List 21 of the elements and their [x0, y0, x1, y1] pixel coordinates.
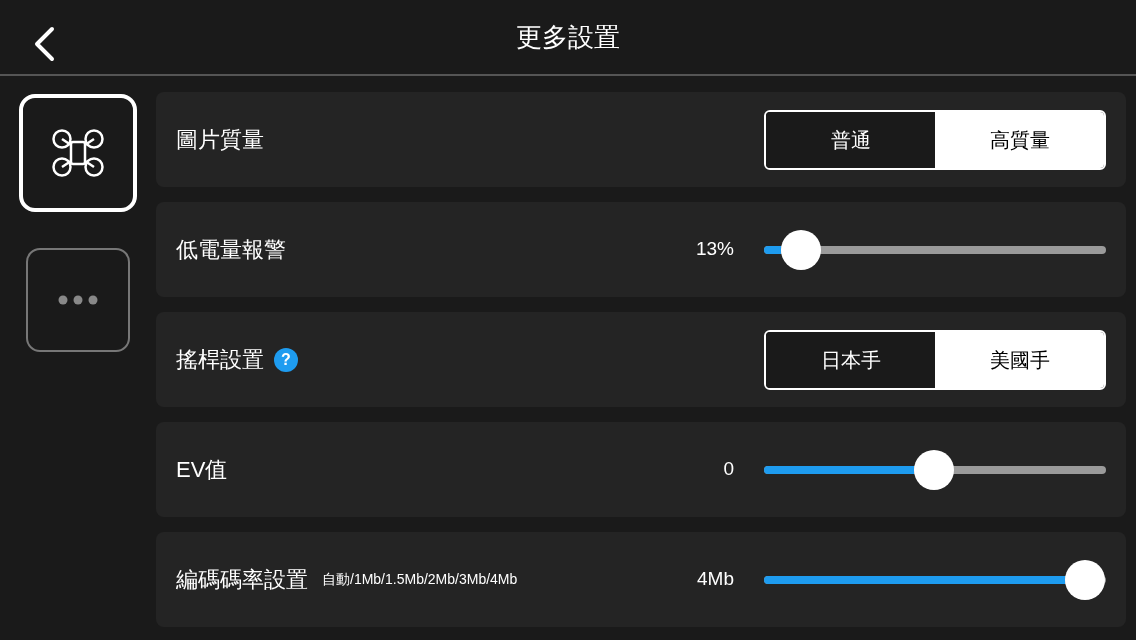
options-hint: 自動/1Mb/1.5Mb/2Mb/3Mb/4Mb: [322, 570, 518, 589]
setting-label: 編碼碼率設置: [176, 566, 308, 594]
segment-option[interactable]: 日本手: [766, 331, 935, 388]
setting-label: 搖桿設置: [176, 346, 264, 374]
drone-tab[interactable]: [19, 94, 137, 212]
setting-label: 圖片質量: [176, 126, 264, 154]
slider-thumb[interactable]: [914, 449, 955, 490]
screen-title: 更多設置: [516, 20, 620, 54]
slider-value: 0: [722, 457, 734, 482]
slider-value: 4Mb: [696, 567, 734, 592]
slider-thumb[interactable]: [1064, 559, 1105, 600]
more-icon: [58, 295, 98, 305]
segment-option[interactable]: 普通: [766, 111, 935, 168]
slider-thumb[interactable]: [781, 229, 822, 270]
segment-option[interactable]: 美國手: [935, 331, 1104, 388]
slider-value: 13%: [694, 237, 734, 262]
setting-label: 低電量報警: [176, 236, 286, 264]
more-tab[interactable]: [26, 248, 130, 352]
segment-option[interactable]: 高質量: [935, 111, 1104, 168]
setting-label: EV值: [176, 456, 228, 484]
drone-icon: [51, 128, 105, 178]
